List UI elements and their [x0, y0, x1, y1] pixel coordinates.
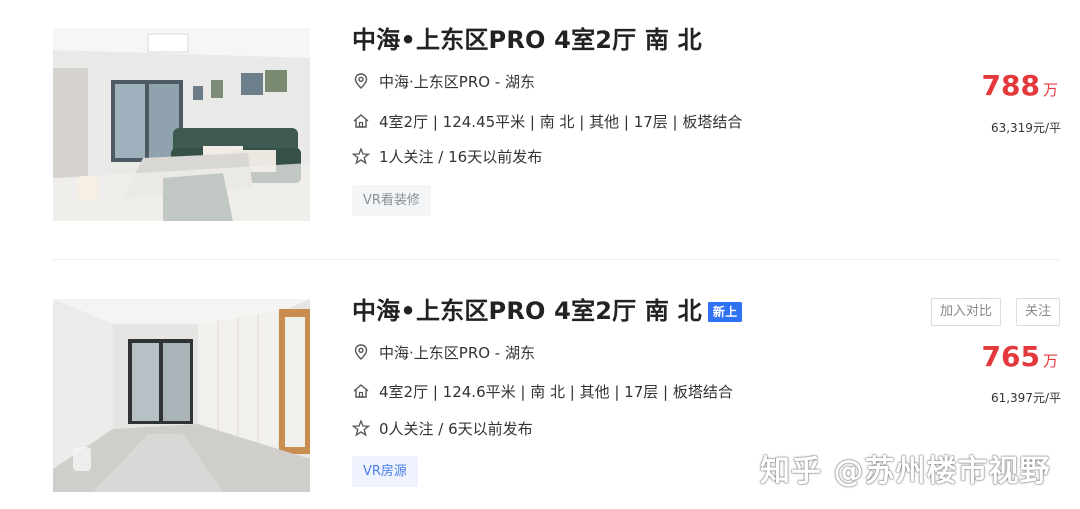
unit-price: 63,319元/平: [990, 121, 1061, 135]
listing-title[interactable]: 中海•上东区PRO 4室2厅 南 北: [352, 26, 702, 54]
star-icon: [352, 419, 370, 437]
vr-decoration-tag[interactable]: VR看装修: [352, 185, 431, 216]
listing-card[interactable]: 中海•上东区PRO 4室2厅 南 北 中海·上东区PRO - 湖东 4室2厅 |…: [0, 0, 1080, 258]
location-pin-icon: [354, 73, 368, 89]
total-price-value: 765: [981, 340, 1040, 373]
location-text[interactable]: 中海·上东区PRO - 湖东: [379, 73, 535, 91]
living-room-photo: [53, 28, 310, 221]
house-info-text: 4室2厅 | 124.45平米 | 南 北 | 其他 | 17层 | 板塔结合: [379, 113, 743, 131]
location-row: 中海·上东区PRO - 湖东: [352, 343, 535, 363]
total-price-unit: 万: [1042, 352, 1058, 370]
watermark: 知乎 @苏州楼市视野: [760, 454, 1051, 489]
empty-room-photo: [53, 299, 310, 492]
location-row: 中海·上东区PRO - 湖东: [352, 72, 535, 92]
listing-page: 中海•上东区PRO 4室2厅 南 北 中海·上东区PRO - 湖东 4室2厅 |…: [0, 0, 1080, 509]
new-listing-badge: 新上: [707, 302, 743, 322]
location-text[interactable]: 中海·上东区PRO - 湖东: [379, 344, 535, 362]
follow-info-row: 1人关注 / 16天以前发布: [352, 147, 542, 167]
house-icon: [353, 384, 369, 398]
unit-price: 61,397元/平: [990, 391, 1061, 405]
listing-title-text[interactable]: 中海•上东区PRO 4室2厅 南 北: [352, 297, 702, 325]
star-icon: [352, 147, 370, 165]
house-icon: [353, 114, 369, 128]
total-price-value: 788: [981, 69, 1040, 102]
follow-info-text: 0人关注 / 6天以前发布: [379, 420, 533, 438]
listing-photo[interactable]: [53, 28, 310, 221]
house-info-row: 4室2厅 | 124.6平米 | 南 北 | 其他 | 17层 | 板塔结合: [352, 382, 733, 402]
vr-listing-tag[interactable]: VR房源: [352, 456, 418, 487]
listing-photo[interactable]: [53, 299, 310, 492]
listing-divider: [52, 259, 1060, 260]
total-price: 765 万: [982, 341, 1058, 377]
follow-button[interactable]: 关注: [1016, 298, 1061, 326]
follow-info-text: 1人关注 / 16天以前发布: [379, 148, 543, 166]
follow-info-row: 0人关注 / 6天以前发布: [352, 419, 533, 439]
total-price-unit: 万: [1042, 81, 1058, 99]
total-price: 788 万: [982, 70, 1058, 106]
listing-title[interactable]: 中海•上东区PRO 4室2厅 南 北新上: [352, 297, 743, 325]
house-info-row: 4室2厅 | 124.45平米 | 南 北 | 其他 | 17层 | 板塔结合: [352, 112, 742, 132]
location-pin-icon: [354, 344, 368, 360]
listing-title-text[interactable]: 中海•上东区PRO 4室2厅 南 北: [352, 26, 702, 54]
add-to-compare-button[interactable]: 加入对比: [931, 298, 1002, 326]
house-info-text: 4室2厅 | 124.6平米 | 南 北 | 其他 | 17层 | 板塔结合: [379, 383, 733, 401]
